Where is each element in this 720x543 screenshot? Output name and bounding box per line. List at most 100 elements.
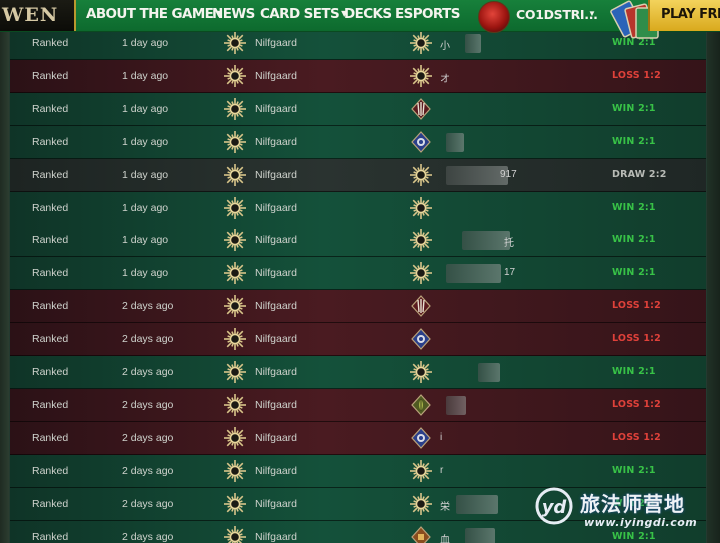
nilfgaard-sun-icon — [224, 163, 246, 186]
opponent-name: r — [440, 464, 444, 476]
user-menu[interactable]: CO1DSTRI... ▼ — [478, 0, 603, 33]
nav-item-news[interactable]: NEWS — [212, 6, 255, 25]
nilfgaard-sun-icon — [224, 361, 246, 383]
match-result: WIN 2:1 — [612, 366, 656, 377]
table-row[interactable]: Ranked 1 day ago Nilfgaard WIN 2:1 — [10, 125, 706, 159]
redacted-name-blur — [462, 231, 510, 251]
match-time: 2 days ago — [122, 431, 174, 444]
northern-realms-icon — [411, 130, 431, 153]
nav-item-decks[interactable]: DECKS — [344, 6, 392, 25]
player-faction: Nilfgaard — [255, 530, 298, 543]
player-faction: Nilfgaard — [255, 366, 298, 378]
northern-realms-icon — [411, 328, 431, 350]
opponent-name: 栄 — [440, 501, 450, 513]
scoiatael-leaf-icon — [411, 393, 431, 416]
nilfgaard-sun-icon — [224, 97, 246, 120]
syndicate-icon — [411, 525, 431, 543]
nilfgaard-sun-icon — [224, 130, 246, 153]
table-row[interactable]: Ranked 1 day ago Nilfgaard 917 DRAW 2:2 — [10, 158, 706, 192]
match-result: LOSS 1:2 — [612, 300, 661, 312]
monsters-claw-icon — [411, 97, 431, 120]
game-mode: Ranked — [32, 333, 69, 346]
opponent-name: i — [440, 431, 443, 443]
redacted-name-blur — [465, 34, 481, 53]
nav-item-esports[interactable]: ESPORTS — [395, 6, 460, 25]
monsters-claw-icon — [411, 295, 431, 318]
match-time: 1 day ago — [122, 267, 169, 280]
nav-item-label: ESPORTS — [395, 6, 460, 22]
player-faction: Nilfgaard — [255, 497, 298, 510]
player-faction: Nilfgaard — [255, 102, 298, 115]
game-mode: Ranked — [32, 37, 69, 49]
match-time: 1 day ago — [122, 234, 169, 247]
table-row[interactable]: Ranked 1 day ago Nilfgaard WIN 2:1 — [10, 92, 706, 126]
match-time: 2 days ago — [122, 333, 174, 346]
nav-item-card-sets[interactable]: CARD SETS ▼ — [260, 6, 347, 25]
table-row[interactable]: Ranked 2 days ago Nilfgaard WIN 2:1 — [10, 356, 706, 389]
nilfgaard-sun-icon — [224, 262, 246, 285]
table-row[interactable]: Ranked 1 day ago Nilfgaard 17 WIN 2:1 — [10, 257, 706, 291]
match-time: 2 days ago — [122, 530, 174, 543]
table-row[interactable]: Ranked 2 days ago Nilfgaard i LOSS 1:2 — [10, 421, 706, 455]
table-row[interactable]: Ranked 2 days ago Nilfgaard LOSS 1:2 — [10, 388, 706, 422]
nilfgaard-sun-icon — [410, 229, 432, 252]
player-faction: Nilfgaard — [255, 37, 298, 49]
match-result: WIN 2:1 — [612, 464, 656, 476]
nilfgaard-sun-icon — [410, 32, 432, 54]
game-mode: Ranked — [32, 366, 69, 378]
nilfgaard-sun-icon — [410, 459, 432, 482]
nav-item-label: ABOUT THE GAME — [86, 6, 214, 22]
player-faction: Nilfgaard — [255, 333, 298, 346]
nilfgaard-sun-icon — [410, 64, 432, 87]
match-time: 1 day ago — [122, 135, 169, 148]
nilfgaard-sun-icon — [410, 262, 432, 285]
nav-item-label: CARD SETS — [260, 6, 340, 22]
nav-item-label: DECKS — [344, 6, 392, 22]
nilfgaard-sun-icon — [224, 328, 246, 351]
username: CO1DSTRI... — [516, 7, 598, 22]
game-mode: Ranked — [32, 201, 69, 214]
match-time: 1 day ago — [122, 69, 169, 82]
opponent-name: 托 — [504, 238, 514, 250]
opponent-name: 917 — [500, 168, 517, 180]
table-row[interactable]: Ranked 2 days ago Nilfgaard r WIN 2:1 — [10, 454, 706, 488]
game-mode: Ranked — [32, 234, 69, 247]
nilfgaard-sun-icon — [224, 393, 246, 416]
watermark-text: 旅法师营地 — [580, 492, 685, 516]
table-row[interactable]: Ranked 1 day ago Nilfgaard WIN 2:1 — [10, 191, 706, 225]
table-row[interactable]: Ranked 1 day ago Nilfgaard 托 WIN 2:1 — [10, 224, 706, 258]
match-result: LOSS 1:2 — [612, 431, 661, 443]
nav-item-about-the-game[interactable]: ABOUT THE GAME ▼ — [86, 6, 221, 25]
redacted-name-blur — [446, 165, 508, 185]
watermark-logo-icon: yd — [535, 487, 573, 525]
nilfgaard-sun-icon — [410, 492, 432, 515]
play-free-button[interactable]: PLAY FREE — [648, 0, 720, 31]
match-time: 1 day ago — [122, 37, 169, 49]
nilfgaard-sun-icon — [224, 525, 246, 543]
table-row[interactable]: Ranked 2 days ago Nilfgaard LOSS 1:2 — [10, 290, 706, 324]
game-mode: Ranked — [32, 530, 69, 543]
player-faction: Nilfgaard — [255, 234, 298, 247]
nav-item-label: NEWS — [212, 6, 255, 22]
match-time: 1 day ago — [122, 168, 169, 181]
match-result: WIN 2:1 — [612, 102, 656, 114]
gwent-logo[interactable]: WEN — [0, 0, 76, 31]
nilfgaard-sun-icon — [224, 32, 246, 54]
table-row[interactable]: Ranked 1 day ago Nilfgaard オ LOSS 1:2 — [10, 59, 706, 93]
nilfgaard-sun-icon — [224, 229, 246, 252]
table-row[interactable]: Ranked 2 days ago Nilfgaard LOSS 1:2 — [10, 323, 706, 357]
match-time: 2 days ago — [122, 464, 174, 477]
player-faction: Nilfgaard — [255, 431, 298, 444]
player-faction: Nilfgaard — [255, 168, 298, 181]
top-navbar: WEN ABOUT THE GAME ▼ NEWS CARD SETS ▼ DECKS ES… — [0, 0, 720, 39]
match-time: 2 days ago — [122, 398, 174, 411]
match-time: 2 days ago — [122, 497, 174, 510]
player-faction: Nilfgaard — [255, 201, 298, 214]
match-result: LOSS 1:2 — [612, 398, 661, 410]
game-mode: Ranked — [32, 464, 69, 477]
nilfgaard-sun-icon — [410, 196, 432, 219]
redacted-name-blur — [478, 363, 500, 382]
play-free-label: PLAY FREE — [661, 7, 720, 22]
nilfgaard-sun-icon — [224, 196, 246, 219]
game-mode: Ranked — [32, 168, 69, 181]
